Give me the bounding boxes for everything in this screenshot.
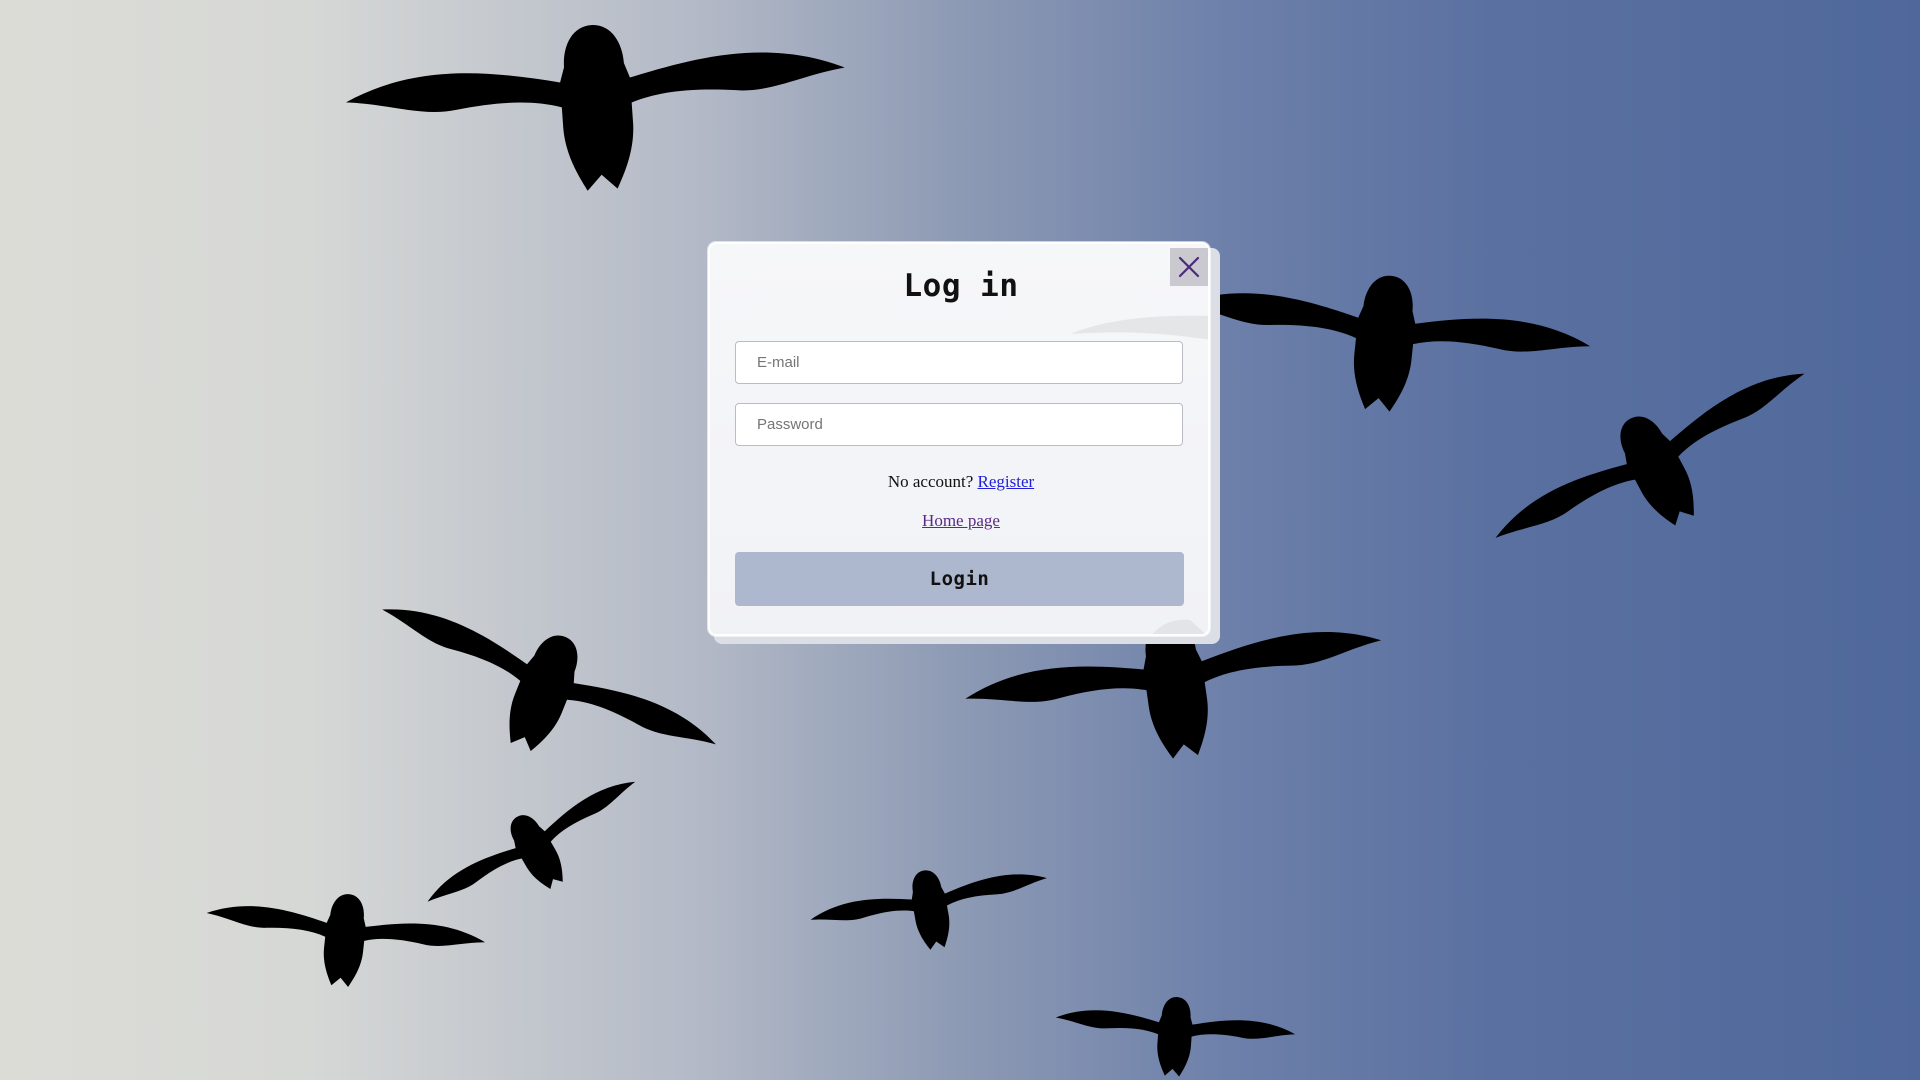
modal-title: Log in	[903, 268, 1019, 304]
bird-silhouette-left-middle	[353, 569, 733, 815]
password-input[interactable]	[735, 403, 1183, 446]
login-button[interactable]: Login	[735, 552, 1184, 606]
register-link[interactable]: Register	[978, 472, 1035, 491]
bird-silhouette-top	[341, 7, 853, 208]
login-modal: Log in No account? Register Home page Lo…	[708, 242, 1210, 636]
register-prompt: No account? Register	[710, 472, 1208, 492]
bird-silhouette-bottom-right	[1052, 988, 1298, 1080]
bird-silhouette-left-lower	[413, 756, 661, 946]
no-account-text: No account?	[887, 472, 978, 491]
bird-silhouette-bottom-left	[200, 879, 489, 1001]
bird-silhouette-bottom-center	[805, 849, 1056, 970]
bird-silhouette-right-diving	[1475, 336, 1840, 603]
email-input[interactable]	[735, 341, 1183, 384]
bird-silhouette-right-upper	[1173, 254, 1596, 432]
home-link-row: Home page	[710, 511, 1208, 531]
home-page-link[interactable]: Home page	[922, 511, 1000, 530]
